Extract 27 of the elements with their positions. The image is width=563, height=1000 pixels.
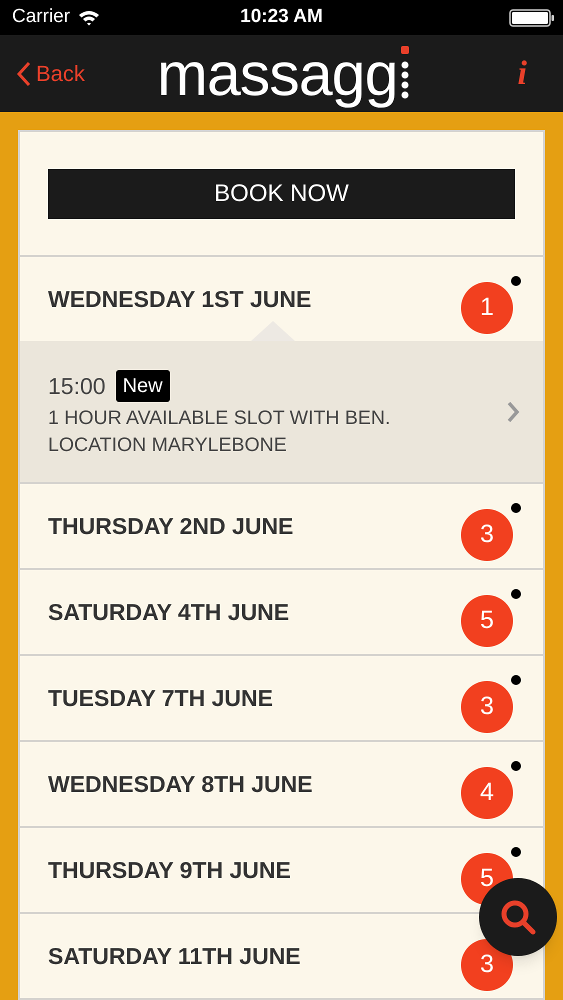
battery-icon: [509, 8, 555, 26]
info-button[interactable]: i: [518, 48, 527, 99]
carrier-label: Carrier: [12, 5, 70, 30]
count-badge: 3: [461, 681, 513, 733]
chevron-right-icon: [506, 401, 520, 423]
slot-time: 15:00: [48, 372, 106, 401]
count-badge: 3: [461, 509, 513, 561]
day-label: SATURDAY 4TH JUNE: [48, 598, 290, 627]
wifi-icon: [78, 10, 100, 26]
day-label: TUESDAY 7TH JUNE: [48, 684, 273, 713]
day-label: SATURDAY 11TH JUNE: [48, 942, 301, 971]
day-label: WEDNESDAY 8TH JUNE: [48, 770, 313, 799]
app-logo: massagg: [157, 39, 398, 109]
day-label: THURSDAY 2ND JUNE: [48, 512, 294, 541]
new-badge: New: [116, 370, 170, 402]
slot-item[interactable]: 15:00 New 1 HOUR AVAILABLE SLOT WITH BEN. LOCATION MARYLEBONE: [20, 341, 543, 482]
day-label: THURSDAY 9TH JUNE: [48, 856, 291, 885]
back-button[interactable]: Back: [16, 57, 85, 90]
count-badge: 1: [461, 282, 513, 334]
book-now-button[interactable]: BOOK NOW: [48, 169, 515, 219]
logo-dots-icon: [400, 45, 410, 101]
count-badge: 4: [461, 767, 513, 819]
clock-time: 10:23 AM: [240, 5, 323, 30]
count-badge: 5: [461, 595, 513, 647]
day-label: WEDNESDAY 1ST JUNE: [48, 284, 312, 314]
back-chevron-icon: [16, 60, 32, 86]
slot-description: 1 HOUR AVAILABLE SLOT WITH BEN. LOCATION MARYLEBONE: [48, 406, 390, 458]
